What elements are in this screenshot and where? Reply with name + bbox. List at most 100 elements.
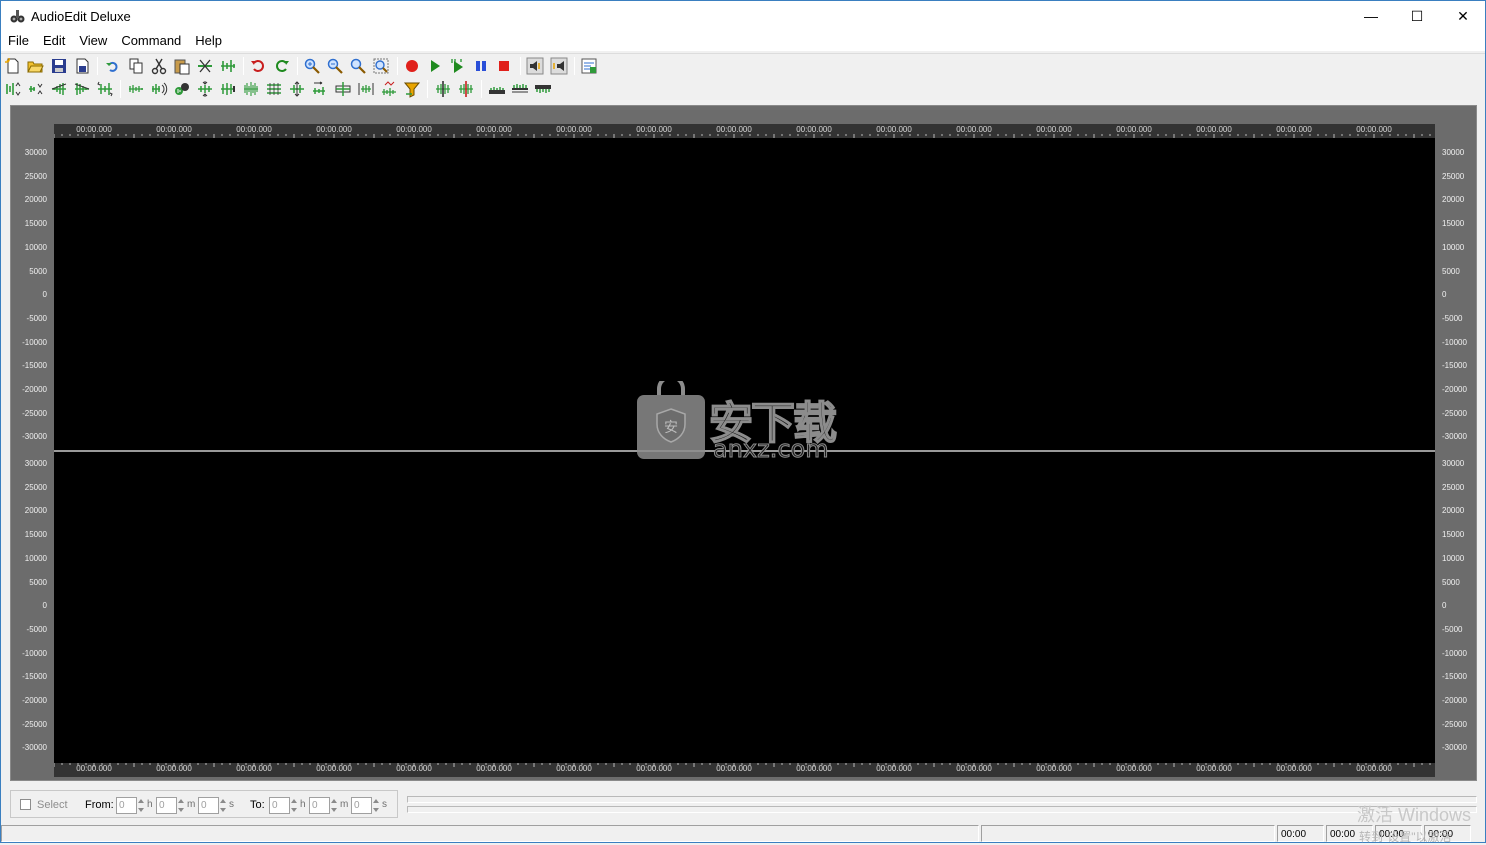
waveform-view-icon[interactable] <box>488 80 506 98</box>
amplitude-label: 20000 <box>24 195 47 205</box>
fade-out-icon[interactable] <box>73 80 91 98</box>
from-seconds-input[interactable]: 0 <box>198 797 219 814</box>
amplitude-label: -20000 <box>22 385 47 394</box>
amplitude-label: 15000 <box>24 530 47 540</box>
redo-icon[interactable] <box>273 57 291 75</box>
from-hours-unit: h <box>147 799 153 810</box>
menu-command[interactable]: Command <box>114 31 188 51</box>
main-toolbar <box>1 53 1485 77</box>
amplitude-label: 30000 <box>1442 148 1465 157</box>
stop-icon[interactable] <box>495 57 513 75</box>
stretch-icon[interactable] <box>357 80 375 98</box>
compress-icon[interactable] <box>196 80 214 98</box>
to-seconds-input[interactable]: 0 <box>351 797 372 814</box>
echo-icon[interactable] <box>127 80 145 98</box>
insert-silence-icon[interactable] <box>334 80 352 98</box>
ruler-time-label: 00:00.000 <box>76 125 112 134</box>
reverb-icon[interactable] <box>150 80 168 98</box>
spectrum-view-icon[interactable] <box>511 80 529 98</box>
ruler-time-label: 00:00.000 <box>876 125 912 134</box>
speaker-right-icon[interactable] <box>550 57 568 75</box>
amplitude-label: 20000 <box>1442 506 1465 516</box>
trim-icon[interactable] <box>196 57 214 75</box>
status-time-1: 00:00 <box>1277 825 1324 842</box>
title-bar[interactable]: AudioEdit Deluxe — ☐ ✕ <box>1 1 1485 31</box>
reload-icon[interactable] <box>104 57 122 75</box>
vibrato-icon[interactable] <box>242 80 260 98</box>
timeline-ruler-bottom[interactable]: 00:00.000 00:00.000 00:00.000 00:00.000 00:0… <box>54 763 1435 777</box>
menu-file[interactable]: File <box>1 31 36 51</box>
amplitude-label: -5000 <box>26 313 47 323</box>
zoom-all-icon[interactable] <box>372 57 390 75</box>
undo-icon[interactable] <box>249 57 267 75</box>
noise-reduction-icon[interactable] <box>380 80 398 98</box>
menu-edit[interactable]: Edit <box>36 31 72 51</box>
amplitude-label: 15000 <box>24 219 47 229</box>
filter-icon[interactable] <box>403 80 421 98</box>
to-hours-spinner[interactable] <box>290 797 298 814</box>
play-selection-icon[interactable] <box>449 57 467 75</box>
to-hours-input[interactable]: 0 <box>269 797 290 814</box>
zoom-in-icon[interactable] <box>303 57 321 75</box>
paste-icon[interactable] <box>173 57 191 75</box>
open-folder-icon[interactable] <box>26 57 44 75</box>
amplitude-label: 25000 <box>1442 171 1465 181</box>
pause-icon[interactable] <box>472 57 490 75</box>
amplitude-label: 5000 <box>1442 266 1460 276</box>
record-icon[interactable] <box>403 57 421 75</box>
ruler-time-label: 00:00.000 <box>476 125 512 134</box>
split-icon[interactable] <box>434 80 452 98</box>
close-button[interactable]: ✕ <box>1440 1 1486 31</box>
from-hours-spinner[interactable] <box>137 797 145 814</box>
save-as-icon[interactable] <box>73 57 91 75</box>
timeline-ruler-top[interactable]: 00:00.000 00:00.000 00:00.000 00:00.000 00:0… <box>54 124 1435 138</box>
chorus-icon[interactable] <box>173 80 191 98</box>
from-seconds-spinner[interactable] <box>219 797 227 814</box>
zoom-selection-icon[interactable] <box>349 57 367 75</box>
ruler-time-label: 00:00.000 <box>796 125 832 134</box>
from-minutes-input[interactable]: 0 <box>156 797 177 814</box>
pitch-icon[interactable] <box>288 80 306 98</box>
to-minutes-spinner[interactable] <box>330 797 338 814</box>
minimize-button[interactable]: — <box>1348 1 1394 31</box>
levels-view-icon[interactable] <box>534 80 552 98</box>
select-checkbox[interactable] <box>20 799 31 810</box>
from-hours-input[interactable]: 0 <box>116 797 137 814</box>
to-seconds-spinner[interactable] <box>372 797 380 814</box>
silence-icon[interactable] <box>219 57 237 75</box>
to-seconds-unit: s <box>382 799 387 810</box>
tempo-icon[interactable] <box>311 80 329 98</box>
copy-icon[interactable] <box>127 57 145 75</box>
new-file-icon[interactable] <box>4 57 22 75</box>
play-icon[interactable] <box>426 57 444 75</box>
from-minutes-spinner[interactable] <box>177 797 185 814</box>
amplitude-axis-right: 30000 25000 20000 15000 10000 5000 0 -5000 -1000… <box>1436 138 1478 763</box>
speaker-left-icon[interactable] <box>526 57 544 75</box>
amplitude-label: -30000 <box>1442 743 1467 753</box>
ruler-time-label: 00:00.000 <box>1116 125 1152 134</box>
fade-in-icon[interactable] <box>50 80 68 98</box>
amplitude-label: 15000 <box>1442 530 1465 540</box>
app-window: AudioEdit Deluxe — ☐ ✕ File Edit View Co… <box>0 0 1486 844</box>
zoom-out-icon[interactable] <box>326 57 344 75</box>
amplitude-label: 5000 <box>29 266 47 276</box>
properties-icon[interactable] <box>580 57 598 75</box>
expand-icon[interactable] <box>219 80 237 98</box>
ruler-time-label: 00:00.000 <box>1356 125 1392 134</box>
cut-icon[interactable] <box>150 57 168 75</box>
normalize-icon[interactable] <box>27 80 45 98</box>
to-hours-unit: h <box>300 799 306 810</box>
to-minutes-input[interactable]: 0 <box>309 797 330 814</box>
maximize-button[interactable]: ☐ <box>1394 1 1440 31</box>
equalizer-icon[interactable] <box>265 80 283 98</box>
amplitude-label: -5000 <box>1442 624 1463 634</box>
join-icon[interactable] <box>457 80 475 98</box>
from-label: From: <box>85 799 114 811</box>
save-icon[interactable] <box>50 57 68 75</box>
amplify-icon[interactable] <box>4 80 22 98</box>
menu-help[interactable]: Help <box>188 31 229 51</box>
effects-toolbar <box>1 77 1485 101</box>
menu-view[interactable]: View <box>72 31 114 51</box>
reverse-icon[interactable] <box>96 80 114 98</box>
status-pane-main <box>1 825 979 842</box>
